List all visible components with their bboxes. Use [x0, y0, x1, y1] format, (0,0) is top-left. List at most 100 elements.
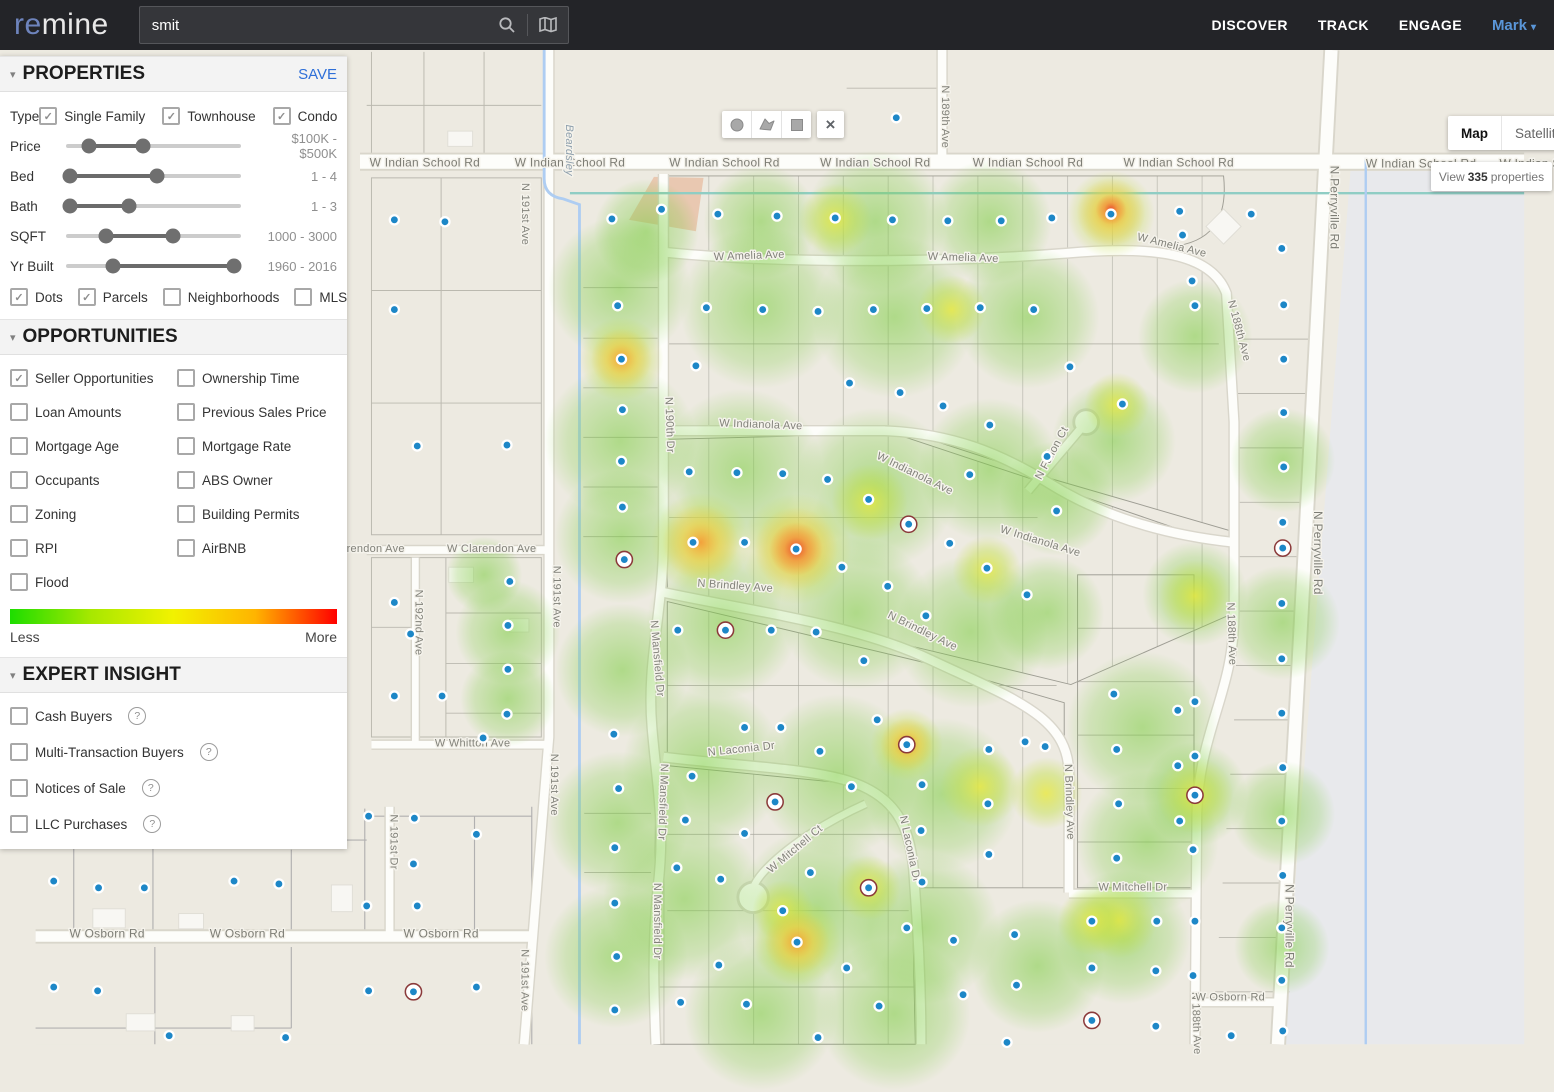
property-dot[interactable] — [771, 210, 783, 222]
checkbox-icon[interactable] — [10, 437, 28, 455]
slider-track-bed[interactable] — [62, 168, 241, 184]
property-dot[interactable] — [920, 610, 932, 622]
property-dot[interactable] — [1276, 974, 1288, 987]
checkbox-single-family[interactable]: ✓ Single Family — [39, 107, 145, 125]
property-dot[interactable] — [890, 112, 903, 124]
property-dot[interactable] — [1277, 1025, 1289, 1037]
property-dot[interactable] — [713, 959, 725, 971]
property-dot[interactable] — [411, 440, 423, 452]
property-dot[interactable] — [916, 779, 928, 791]
user-menu[interactable]: Mark ▾ — [1492, 17, 1536, 34]
property-dot[interactable] — [163, 1029, 175, 1042]
property-dot[interactable] — [388, 690, 401, 702]
help-icon[interactable]: ? — [143, 815, 162, 833]
checkbox-parcels[interactable]: ✓ Parcels — [77, 288, 148, 306]
property-dot[interactable] — [921, 302, 933, 315]
property-dot[interactable] — [1050, 505, 1063, 517]
property-dot[interactable] — [881, 580, 894, 592]
nav-track[interactable]: TRACK — [1318, 17, 1369, 33]
property-dot[interactable] — [901, 738, 913, 751]
property-dot[interactable] — [501, 439, 513, 451]
property-dot[interactable] — [439, 216, 451, 228]
property-dot[interactable] — [714, 873, 727, 885]
property-dot[interactable] — [942, 215, 954, 227]
checkbox-icon[interactable] — [10, 815, 28, 833]
property-dot[interactable] — [92, 882, 105, 894]
property-dot[interactable] — [611, 300, 624, 312]
property-dot[interactable] — [1021, 589, 1033, 601]
checkbox-flood[interactable]: Flood — [10, 573, 177, 591]
property-dot[interactable] — [1189, 300, 1201, 312]
property-dot[interactable] — [1173, 205, 1186, 217]
property-dot[interactable] — [1019, 736, 1031, 748]
property-dot[interactable] — [867, 303, 880, 316]
nav-discover[interactable]: DISCOVER — [1212, 17, 1288, 33]
collapse-caret-icon[interactable]: ▾ — [10, 331, 16, 344]
property-dot[interactable] — [388, 214, 401, 226]
checkbox-icon[interactable] — [177, 369, 195, 387]
property-dot[interactable] — [407, 986, 420, 998]
property-dot[interactable] — [360, 900, 373, 912]
property-dot[interactable] — [790, 543, 802, 555]
property-dot[interactable] — [943, 537, 956, 550]
checkbox-rpi[interactable]: RPI — [10, 539, 177, 557]
checkbox-abs-owner[interactable]: ABS Owner — [177, 471, 337, 489]
checkbox-seller-opportunities[interactable]: ✓ Seller Opportunities — [10, 369, 177, 387]
property-dot[interactable] — [610, 950, 623, 963]
checkbox-icon[interactable] — [10, 403, 28, 421]
property-dot[interactable] — [504, 575, 516, 588]
property-dot[interactable] — [1277, 353, 1290, 365]
property-dot[interactable] — [740, 998, 753, 1010]
checkbox-icon[interactable] — [294, 288, 313, 306]
slider-handle-max[interactable] — [135, 138, 151, 154]
property-dot[interactable] — [983, 848, 995, 861]
property-dot[interactable] — [388, 596, 401, 609]
property-dot[interactable] — [1189, 750, 1201, 762]
slider-handle-min[interactable] — [105, 258, 121, 274]
property-dot[interactable] — [404, 628, 417, 640]
search-input[interactable] — [139, 16, 487, 34]
property-dot[interactable] — [655, 203, 668, 216]
property-dot[interactable] — [618, 553, 631, 566]
checkbox-mortgage-age[interactable]: Mortgage Age — [10, 437, 177, 455]
search-icon[interactable] — [487, 7, 527, 43]
property-dot[interactable] — [712, 208, 724, 220]
property-dot[interactable] — [858, 654, 870, 667]
properties-header[interactable]: ▾ PROPERTIES SAVE — [0, 56, 347, 92]
property-dot[interactable] — [1276, 242, 1288, 255]
property-dot[interactable] — [1086, 962, 1098, 974]
property-dot[interactable] — [91, 985, 104, 997]
property-dot[interactable] — [964, 468, 976, 481]
property-dot[interactable] — [812, 1031, 824, 1044]
property-dot[interactable] — [47, 981, 60, 993]
checkbox-icon[interactable] — [10, 505, 28, 523]
checkbox-zoning[interactable]: Zoning — [10, 505, 177, 523]
property-dot[interactable] — [983, 743, 995, 756]
property-dot[interactable] — [477, 732, 489, 744]
property-dot[interactable] — [873, 1000, 885, 1012]
checkbox-llc-purchases[interactable]: LLC Purchases? — [10, 815, 337, 833]
map-type-map[interactable]: Map — [1448, 116, 1501, 150]
slider-handle-min[interactable] — [98, 228, 114, 244]
property-dot[interactable] — [362, 810, 375, 822]
property-dot[interactable] — [902, 518, 915, 530]
map-icon[interactable] — [528, 7, 568, 43]
property-dot[interactable] — [1277, 542, 1289, 554]
property-dot[interactable] — [843, 377, 856, 389]
property-dot[interactable] — [1277, 516, 1289, 529]
property-dot[interactable] — [1086, 1014, 1098, 1027]
property-dot[interactable] — [615, 455, 628, 467]
property-dot[interactable] — [777, 467, 789, 480]
property-dot[interactable] — [719, 624, 732, 636]
property-dot[interactable] — [408, 812, 421, 824]
property-dot[interactable] — [683, 466, 695, 478]
property-dot[interactable] — [1187, 969, 1199, 982]
property-dot[interactable] — [1027, 303, 1040, 316]
checkbox-ownership-time[interactable]: Ownership Time — [177, 369, 337, 387]
checkbox-icon[interactable] — [177, 505, 195, 523]
property-dot[interactable] — [731, 466, 743, 479]
slider-handle-min[interactable] — [62, 168, 77, 184]
checkbox-icon[interactable] — [10, 539, 28, 557]
property-dot[interactable] — [738, 536, 751, 549]
property-dot[interactable] — [1189, 789, 1201, 801]
